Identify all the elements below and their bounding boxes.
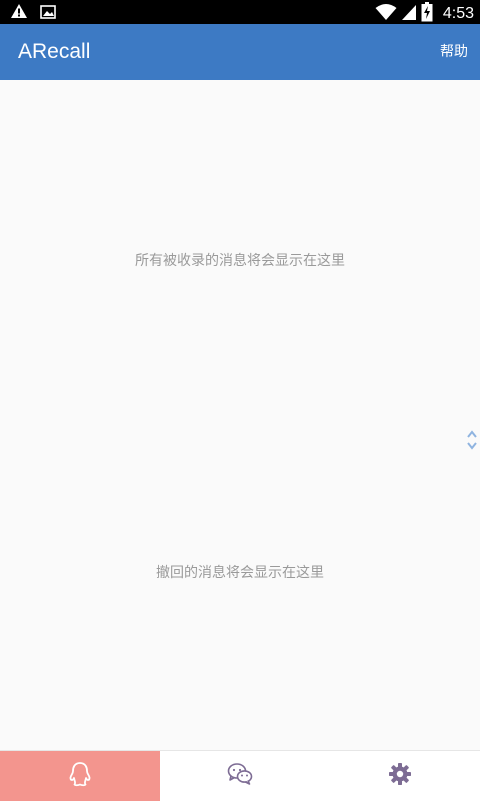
all-messages-empty-text: 所有被收录的消息将会显示在这里 bbox=[135, 253, 345, 269]
recalled-messages-empty-text: 撤回的消息将会显示在这里 bbox=[156, 565, 324, 581]
chevron-up-down-icon[interactable] bbox=[466, 429, 478, 451]
qq-penguin-icon bbox=[67, 761, 93, 791]
status-bar: 4:53 bbox=[0, 0, 480, 24]
battery-charging-icon bbox=[421, 2, 433, 26]
app-bar: ARecall 帮助 bbox=[0, 24, 480, 80]
warning-icon bbox=[10, 3, 28, 23]
help-button[interactable]: 帮助 bbox=[440, 40, 468, 64]
tab-wechat[interactable] bbox=[160, 751, 320, 801]
wechat-icon bbox=[227, 762, 253, 790]
status-time: 4:53 bbox=[442, 5, 474, 22]
cell-signal-icon bbox=[401, 3, 417, 25]
image-icon bbox=[40, 4, 56, 23]
tab-settings[interactable] bbox=[320, 751, 480, 801]
status-left-icons bbox=[10, 3, 56, 23]
bottom-nav bbox=[0, 750, 480, 801]
app-title: ARecall bbox=[18, 40, 91, 63]
tab-qq[interactable] bbox=[0, 751, 160, 801]
status-right-icons: 4:53 bbox=[375, 2, 474, 26]
gear-icon bbox=[388, 762, 412, 790]
message-list-area[interactable]: 所有被收录的消息将会显示在这里 撤回的消息将会显示在这里 bbox=[0, 80, 480, 750]
wifi-icon bbox=[375, 3, 397, 25]
